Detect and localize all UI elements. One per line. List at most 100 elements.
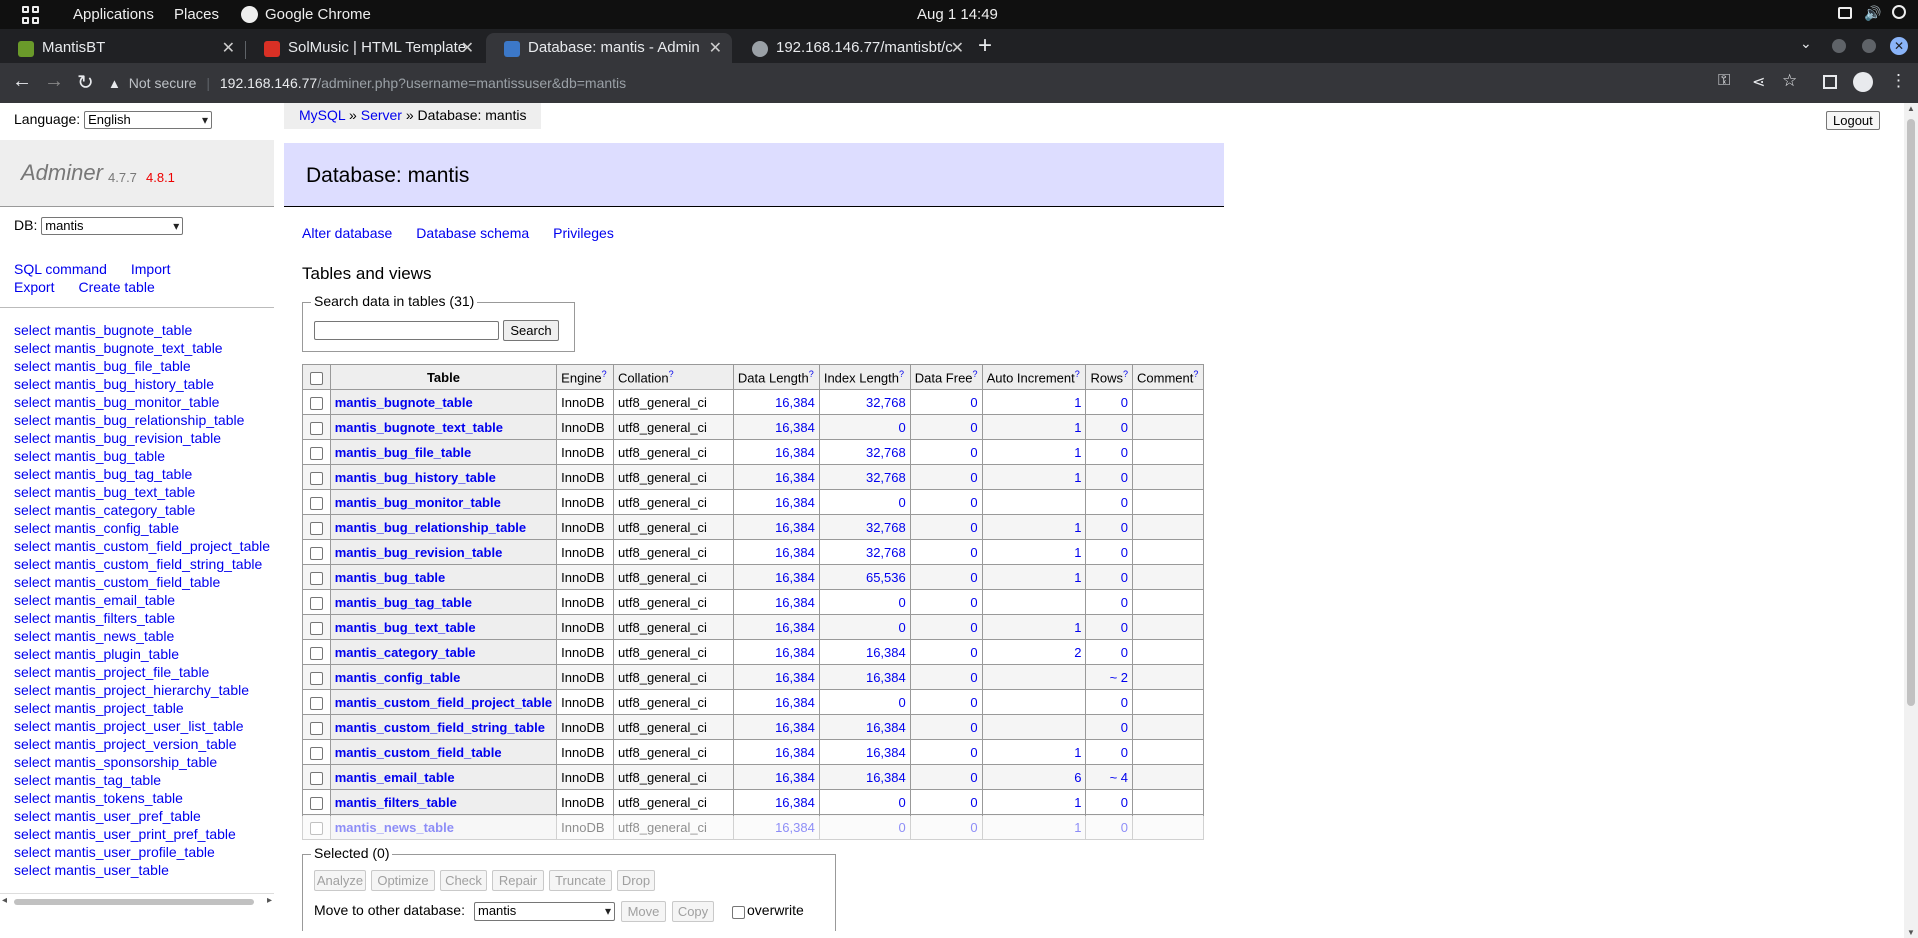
select-table-link[interactable]: select mantis_bug_tag_table [14,465,270,483]
cell-data-length[interactable]: 16,384 [732,489,820,515]
overwrite-checkbox[interactable] [732,906,745,919]
cell-data-length[interactable]: 16,384 [732,539,820,565]
cell-data-length[interactable]: 16,384 [732,789,820,815]
analyze-button[interactable]: Analyze [314,870,366,891]
table-name-link[interactable]: mantis_project_user_list_table [54,718,243,734]
cell-index-length[interactable]: 16,384 [818,739,911,765]
cell-rows[interactable]: 0 [1085,614,1133,640]
row-checkbox[interactable] [302,389,331,415]
select-table-link[interactable]: select mantis_bug_relationship_table [14,411,270,429]
cell-auto-increment[interactable] [981,689,1087,715]
select-table-link[interactable]: select mantis_project_hierarchy_table [14,681,270,699]
check-button[interactable]: Check [440,870,487,891]
cell-data-length[interactable]: 16,384 [732,389,820,415]
search-button[interactable]: Search [503,320,559,341]
cell-data-length[interactable]: 16,384 [732,564,820,590]
back-arrow-icon[interactable]: ← [12,70,32,93]
col-data-length[interactable]: Data Length? [732,364,820,390]
cell-auto-increment[interactable]: 1 [981,739,1087,765]
select-link[interactable]: select [14,628,51,644]
select-table-link[interactable]: select mantis_custom_field_table [14,573,270,591]
menu-horizontal-scrollbar[interactable]: ◂ ▸ [0,893,274,908]
share-icon[interactable]: ⋖ [1752,72,1765,92]
minimize-button[interactable] [1832,39,1846,53]
cell-data-length[interactable]: 16,384 [732,739,820,765]
breadcrumb-mysql-link[interactable]: MySQL [299,107,345,123]
col-auto-increment[interactable]: Auto Increment? [981,364,1087,390]
table-name-link[interactable]: mantis_email_table [54,592,175,608]
col-index-length[interactable]: Index Length? [818,364,911,390]
select-table-link[interactable]: select mantis_config_table [14,519,270,537]
select-table-link[interactable]: select mantis_custom_field_project_table [14,537,270,555]
table-name-link[interactable]: mantis_bug_tag_table [54,466,192,482]
cell-index-length[interactable]: 0 [818,614,911,640]
table-name-link[interactable]: mantis_bug_text_table [335,620,476,635]
table-name-link[interactable]: mantis_bug_relationship_table [54,412,244,428]
cell-index-length[interactable]: 0 [818,489,911,515]
table-name-link[interactable]: mantis_custom_field_table [54,574,220,590]
active-app-name[interactable]: Google Chrome [265,6,371,23]
cell-index-length[interactable]: 32,768 [818,539,911,565]
cell-index-length[interactable]: 0 [818,414,911,440]
select-table-link[interactable]: select mantis_user_pref_table [14,807,270,825]
move-button[interactable]: Move [621,901,666,922]
table-name-link[interactable]: mantis_custom_field_project_table [54,538,270,554]
cell-rows[interactable]: 0 [1085,389,1133,415]
truncate-button[interactable]: Truncate [549,870,612,891]
cell-data-free[interactable]: 0 [909,639,983,665]
cell-data-free[interactable]: 0 [909,589,983,615]
language-select[interactable]: English [84,111,213,129]
table-name-link[interactable]: mantis_config_table [54,520,179,536]
move-db-select[interactable]: mantis [474,902,615,921]
repair-button[interactable]: Repair [492,870,544,891]
import-link[interactable]: Import [131,260,171,278]
select-link[interactable]: select [14,574,51,590]
breadcrumb-server-link[interactable]: Server [361,107,402,123]
cell-rows[interactable]: ~ 2 [1085,664,1133,690]
cell-auto-increment[interactable] [981,664,1087,690]
export-link[interactable]: Export [14,278,54,296]
cell-data-free[interactable]: 0 [909,564,983,590]
tab-solmusic[interactable]: SolMusic | HTML Template ✕ [246,33,484,63]
close-tab-icon[interactable]: ✕ [461,38,474,58]
cell-index-length[interactable]: 0 [818,589,911,615]
select-link[interactable]: select [14,754,51,770]
cell-index-length[interactable]: 16,384 [818,664,911,690]
table-name-link[interactable]: mantis_tag_table [54,772,161,788]
select-link[interactable]: select [14,376,51,392]
table-name-link[interactable]: mantis_custom_field_string_table [335,720,545,735]
select-table-link[interactable]: select mantis_bug_file_table [14,357,270,375]
cell-index-length[interactable]: 65,536 [818,564,911,590]
row-checkbox[interactable] [302,514,331,540]
select-link[interactable]: select [14,394,51,410]
cell-rows[interactable]: 0 [1085,439,1133,465]
select-link[interactable]: select [14,736,51,752]
cell-data-free[interactable]: 0 [909,414,983,440]
table-name-link[interactable]: mantis_bug_monitor_table [335,495,501,510]
table-name-link[interactable]: mantis_user_print_pref_table [54,826,235,842]
select-table-link[interactable]: select mantis_user_table [14,861,270,879]
table-name-link[interactable]: mantis_bugnote_text_table [335,420,503,435]
cell-auto-increment[interactable]: 1 [981,464,1087,490]
optimize-button[interactable]: Optimize [371,870,435,891]
cell-index-length[interactable]: 0 [818,689,911,715]
search-input[interactable] [314,321,499,340]
select-link[interactable]: select [14,718,51,734]
table-name-link[interactable]: mantis_project_table [54,700,183,716]
select-table-link[interactable]: select mantis_news_table [14,627,270,645]
privileges-link[interactable]: Privileges [553,225,614,241]
table-name-link[interactable]: mantis_custom_field_table [335,745,502,760]
cell-data-length[interactable]: 16,384 [732,439,820,465]
drop-button[interactable]: Drop [617,870,655,891]
cell-rows[interactable]: 0 [1085,789,1133,815]
select-table-link[interactable]: select mantis_bugnote_table [14,321,270,339]
select-table-link[interactable]: select mantis_user_profile_table [14,843,270,861]
sql-command-link[interactable]: SQL command [14,260,107,278]
col-comment[interactable]: Comment? [1132,364,1204,390]
select-link[interactable]: select [14,610,51,626]
cell-auto-increment[interactable]: 2 [981,639,1087,665]
applications-menu[interactable]: Applications [73,6,154,23]
cell-data-length[interactable]: 16,384 [732,664,820,690]
select-table-link[interactable]: select mantis_tokens_table [14,789,270,807]
table-name-link[interactable]: mantis_bug_text_table [54,484,195,500]
